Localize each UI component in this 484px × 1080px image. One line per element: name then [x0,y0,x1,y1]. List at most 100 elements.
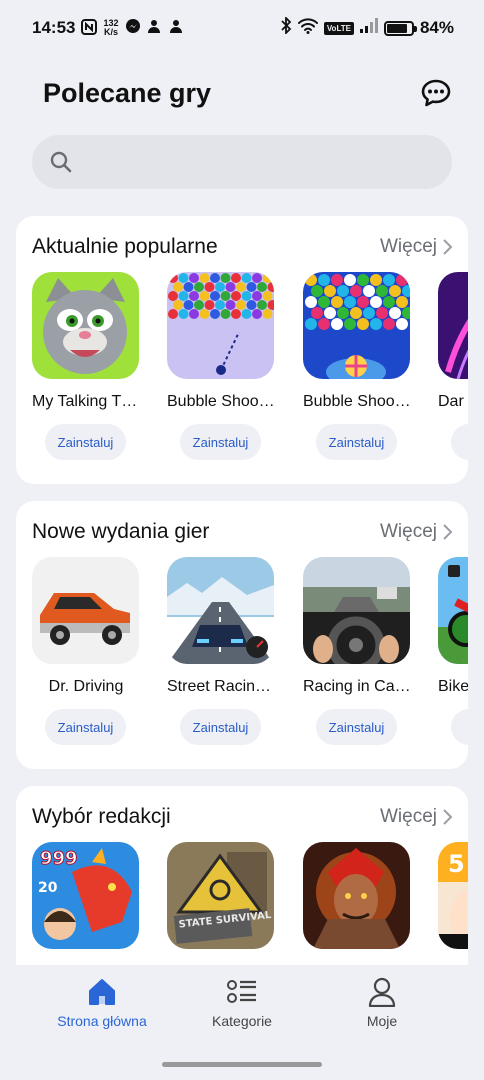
bubble [168,273,178,283]
bubble [204,300,215,310]
install-button[interactable]: Z [451,709,468,745]
section-new-releases: Nowe wydania gier Więcej Dr. Driving Zai… [16,501,468,769]
bubble [183,282,194,292]
install-button[interactable]: Zainstaluj [180,709,261,745]
nav-home-label: Strona główna [57,1013,147,1029]
bubble [357,318,369,330]
more-link[interactable]: Więcej [380,521,452,543]
bubble [370,274,382,286]
bubble [344,296,356,308]
bubble [173,282,183,292]
home-icon [89,979,115,1005]
bubble [383,318,395,330]
app-card[interactable]: Bubble Shoo… Zainstaluj [167,272,275,460]
bubble [311,307,323,319]
bubble [331,318,343,330]
app-card[interactable]: 999 20 [32,842,140,949]
bubble [225,282,236,292]
bubble [383,274,395,286]
bubble [183,300,194,310]
wifi-icon [297,17,318,39]
bubble [199,273,210,283]
install-button[interactable]: Z [451,424,468,460]
dragon-game-icon: 999 20 [32,842,139,949]
bubble [396,318,408,330]
install-button[interactable]: Zainstaluj [45,424,126,460]
app-card[interactable]: My Talking T… Zainstaluj [32,272,140,460]
chat-button[interactable] [420,77,452,109]
bike-game-icon [438,557,468,664]
bubble [337,307,349,319]
install-button[interactable]: Zainstaluj [45,709,126,745]
app-list: 999 20 STATE SURVIVAL 5 [32,842,468,965]
nav-profile-label: Moje [366,1013,398,1029]
bubble [241,309,252,319]
app-name: Bubble Shoo… [303,393,411,410]
install-button[interactable]: Zainstaluj [316,424,397,460]
app-card[interactable]: Bubble Shoo… Zainstaluj [303,272,411,460]
bubble [396,274,408,286]
app-name: Bike [438,678,468,695]
install-button[interactable]: Zainstaluj [316,709,397,745]
bubble [210,309,220,319]
racing-in-car-icon [303,557,410,664]
bubble [262,309,273,319]
bubble [318,318,330,330]
gesture-bar[interactable] [162,1062,322,1067]
app-card[interactable]: STATE SURVIVAL [167,842,275,949]
section-header: Nowe wydania gier Więcej [32,517,452,547]
section-header: Aktualnie popularne Więcej [32,232,452,262]
app-card[interactable]: Dar Z [438,272,468,460]
section-popular: Aktualnie popularne Więcej My Talking T…… [16,216,468,484]
search-input[interactable] [72,135,452,189]
more-link[interactable]: Więcej [380,806,452,828]
app-name: Bubble Shoo… [167,393,275,410]
bubble [210,273,220,283]
search-icon [50,151,72,173]
badge-999: 999 [40,848,78,869]
bubble [168,309,178,319]
more-link[interactable]: Więcej [380,236,452,258]
battery-icon [383,20,417,36]
list-icon [227,980,256,1003]
bubble [357,274,369,286]
nav-profile[interactable]: Moje [312,977,452,1029]
install-button[interactable]: Zainstaluj [180,424,261,460]
bubble [231,309,241,319]
app-card[interactable]: Bike Z [438,557,468,745]
more-label: Więcej [379,521,437,542]
app-card[interactable]: 5 [438,842,468,949]
bubble [220,291,231,301]
nav-categories[interactable]: Kategorie [172,977,312,1029]
search-bar[interactable] [32,135,452,189]
bubble [389,285,401,297]
app-name: Dar [438,393,464,410]
bubble [252,309,262,319]
app-card[interactable]: Street Racin… Zainstaluj [167,557,275,745]
status-bar: 14:53 132 K/s VoLTE 84% [0,0,484,56]
messenger-icon [125,18,141,39]
bubble [204,282,215,292]
header: Polecane gry [0,60,484,126]
network-speed-unit: K/s [103,27,118,37]
bubble [241,273,252,283]
bubble [257,282,267,292]
battery-percent: 84% [419,18,454,37]
nav-home[interactable]: Strona główna [32,977,172,1029]
bubble [350,307,362,319]
app-card[interactable]: Racing in Ca… Zainstaluj [303,557,411,745]
section-editors-choice: Wybór redakcji Więcej 999 20 STATE SURVI… [16,786,468,965]
dr-driving-icon [32,557,139,664]
bubble [331,274,343,286]
app-card[interactable]: Dr. Driving Zainstaluj [32,557,140,745]
app-name: Street Racin… [167,678,272,695]
app-card[interactable] [303,842,411,949]
bubble [236,300,246,310]
chevron-right-icon [443,809,452,825]
battery-level [386,23,408,33]
bubble [173,300,183,310]
state-survival-icon: STATE SURVIVAL [167,842,274,949]
bubble [210,291,220,301]
anime-game-icon: 5 [438,842,468,949]
warrior-game-icon [303,842,410,949]
